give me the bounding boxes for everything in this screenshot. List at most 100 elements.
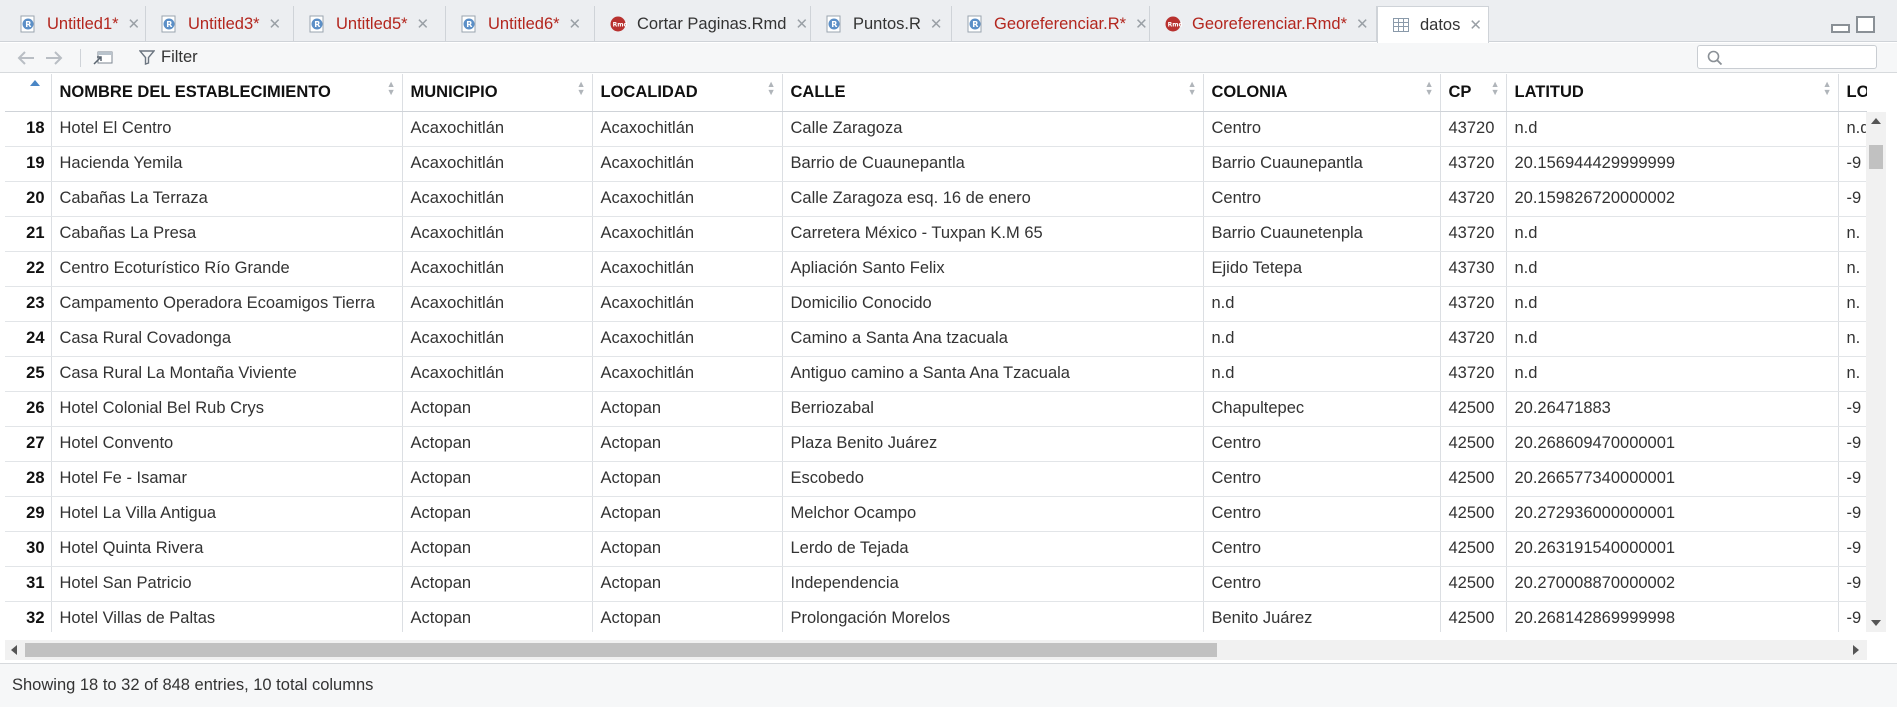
table-cell[interactable]: n.d	[1506, 111, 1839, 147]
table-cell[interactable]: 43720	[1440, 286, 1507, 322]
column-header[interactable]: LONG	[1838, 74, 1867, 112]
table-cell[interactable]: -9	[1838, 146, 1867, 182]
table-cell[interactable]: -9	[1838, 461, 1867, 497]
table-cell[interactable]: Acaxochitlán	[402, 111, 593, 147]
tab-untitled5[interactable]: R Untitled5* ✕	[294, 6, 446, 42]
close-icon[interactable]: ✕	[417, 17, 430, 32]
table-row[interactable]: 31 Hotel San Patricio Actopan Actopan Indepe…	[5, 566, 1867, 602]
table-cell[interactable]: n.d	[1203, 286, 1441, 322]
table-cell[interactable]: n.	[1838, 216, 1867, 252]
table-cell[interactable]: Hotel Quinta Rivera	[51, 531, 403, 567]
table-cell[interactable]: 43720	[1440, 356, 1507, 392]
vertical-scrollbar[interactable]	[1866, 112, 1886, 632]
table-cell[interactable]: n.d	[1203, 356, 1441, 392]
table-cell[interactable]: 20.263191540000001	[1506, 531, 1839, 567]
table-cell[interactable]: n.d	[1506, 251, 1839, 287]
table-cell[interactable]: Actopan	[592, 461, 783, 497]
table-row[interactable]: 30 Hotel Quinta Rivera Actopan Actopan Lerdo…	[5, 531, 1867, 567]
table-cell[interactable]: Hotel Villas de Paltas	[51, 601, 403, 632]
table-cell[interactable]: Calle Zaragoza	[782, 111, 1204, 147]
table-row[interactable]: 22 Centro Ecoturístico Río Grande Acaxochi…	[5, 251, 1867, 287]
vertical-scroll-thumb[interactable]	[1869, 145, 1883, 169]
column-header[interactable]: COLONIA ▲ ▼	[1203, 74, 1441, 112]
column-header[interactable]: MUNICIPIO ▲ ▼	[402, 74, 593, 112]
table-cell[interactable]: 20.156944429999999	[1506, 146, 1839, 182]
table-cell[interactable]: 43720	[1440, 146, 1507, 182]
table-cell[interactable]: Independencia	[782, 566, 1204, 602]
tab-untitled1[interactable]: R Untitled1* ✕	[5, 6, 146, 42]
table-cell[interactable]: Centro Ecoturístico Río Grande	[51, 251, 403, 287]
table-cell[interactable]: n.	[1838, 251, 1867, 287]
table-cell[interactable]: n.d	[1506, 286, 1839, 322]
table-cell[interactable]: Chapultepec	[1203, 391, 1441, 427]
table-cell[interactable]: Antiguo camino a Santa Ana Tzacuala	[782, 356, 1204, 392]
minimize-pane-icon[interactable]	[1831, 24, 1850, 33]
table-cell[interactable]: Acaxochitlán	[402, 216, 593, 252]
table-cell[interactable]: Calle Zaragoza esq. 16 de enero	[782, 181, 1204, 217]
table-cell[interactable]: Actopan	[592, 391, 783, 427]
table-cell[interactable]: Hotel El Centro	[51, 111, 403, 147]
table-cell[interactable]: Apliación Santo Felix	[782, 251, 1204, 287]
table-cell[interactable]: n.	[1838, 286, 1867, 322]
forward-arrow-icon[interactable]	[44, 50, 64, 66]
table-cell[interactable]: Benito Juárez	[1203, 601, 1441, 632]
table-cell[interactable]: 43720	[1440, 111, 1507, 147]
table-cell[interactable]: Actopan	[592, 496, 783, 532]
table-cell[interactable]: Actopan	[402, 426, 593, 462]
column-header[interactable]: CP ▲ ▼	[1440, 74, 1507, 112]
table-cell[interactable]: -9	[1838, 566, 1867, 602]
filter-button[interactable]: Filter	[139, 48, 198, 67]
close-icon[interactable]: ✕	[1469, 18, 1482, 33]
table-cell[interactable]: 43720	[1440, 216, 1507, 252]
scroll-right-icon[interactable]	[1853, 645, 1859, 655]
table-row[interactable]: 21 Cabañas La Presa Acaxochitlán Acaxochitl…	[5, 216, 1867, 252]
column-header[interactable]: LOCALIDAD ▲ ▼	[592, 74, 783, 112]
table-cell[interactable]: Acaxochitlán	[402, 321, 593, 357]
table-cell[interactable]: -9	[1838, 391, 1867, 427]
table-cell[interactable]: Hotel Colonial Bel Rub Crys	[51, 391, 403, 427]
table-cell[interactable]: Carretera México - Tuxpan K.M 65	[782, 216, 1204, 252]
close-icon[interactable]: ✕	[1135, 17, 1148, 32]
table-cell[interactable]: Hacienda Yemila	[51, 146, 403, 182]
table-cell[interactable]: Ejido Tetepa	[1203, 251, 1441, 287]
table-cell[interactable]: Hotel Convento	[51, 426, 403, 462]
table-cell[interactable]: 42500	[1440, 426, 1507, 462]
tab-untitled3[interactable]: R Untitled3* ✕	[146, 6, 294, 42]
table-row[interactable]: 32 Hotel Villas de Paltas Actopan Actopan Pr…	[5, 601, 1867, 632]
table-cell[interactable]: 20.26471883	[1506, 391, 1839, 427]
back-arrow-icon[interactable]	[16, 50, 36, 66]
table-cell[interactable]: Acaxochitlán	[402, 181, 593, 217]
horizontal-scrollbar[interactable]	[5, 640, 1867, 660]
table-cell[interactable]: Camino a Santa Ana tzacuala	[782, 321, 1204, 357]
rownum-header[interactable]	[5, 74, 52, 112]
table-cell[interactable]: Domicilio Conocido	[782, 286, 1204, 322]
table-cell[interactable]: Hotel San Patricio	[51, 566, 403, 602]
table-cell[interactable]: Acaxochitlán	[592, 286, 783, 322]
table-cell[interactable]: -9	[1838, 496, 1867, 532]
horizontal-scroll-thumb[interactable]	[25, 643, 1217, 657]
table-cell[interactable]: Acaxochitlán	[592, 216, 783, 252]
table-cell[interactable]: Actopan	[592, 426, 783, 462]
table-row[interactable]: 29 Hotel La Villa Antigua Actopan Actopan Me…	[5, 496, 1867, 532]
table-cell[interactable]: Actopan	[402, 496, 593, 532]
table-cell[interactable]: Centro	[1203, 566, 1441, 602]
table-cell[interactable]: Actopan	[402, 391, 593, 427]
tab-cortar-paginas[interactable]: Rmd Cortar Paginas.Rmd ✕	[595, 6, 811, 42]
table-cell[interactable]: 20.270008870000002	[1506, 566, 1839, 602]
table-cell[interactable]: n.d	[1506, 356, 1839, 392]
maximize-pane-icon[interactable]	[1856, 16, 1875, 33]
table-cell[interactable]: n.d	[1838, 111, 1867, 147]
table-cell[interactable]: 20.266577340000001	[1506, 461, 1839, 497]
table-cell[interactable]: 42500	[1440, 601, 1507, 632]
scroll-left-icon[interactable]	[11, 645, 17, 655]
table-cell[interactable]: Actopan	[402, 461, 593, 497]
table-cell[interactable]: Actopan	[402, 601, 593, 632]
table-row[interactable]: 27 Hotel Convento Actopan Actopan Plaza Beni…	[5, 426, 1867, 462]
table-cell[interactable]: Acaxochitlán	[592, 251, 783, 287]
table-cell[interactable]: Cabañas La Terraza	[51, 181, 403, 217]
table-cell[interactable]: Acaxochitlán	[592, 146, 783, 182]
table-cell[interactable]: 20.272936000000001	[1506, 496, 1839, 532]
table-cell[interactable]: 43720	[1440, 321, 1507, 357]
tab-untitled6[interactable]: R Untitled6* ✕	[446, 6, 595, 42]
table-cell[interactable]: 42500	[1440, 391, 1507, 427]
